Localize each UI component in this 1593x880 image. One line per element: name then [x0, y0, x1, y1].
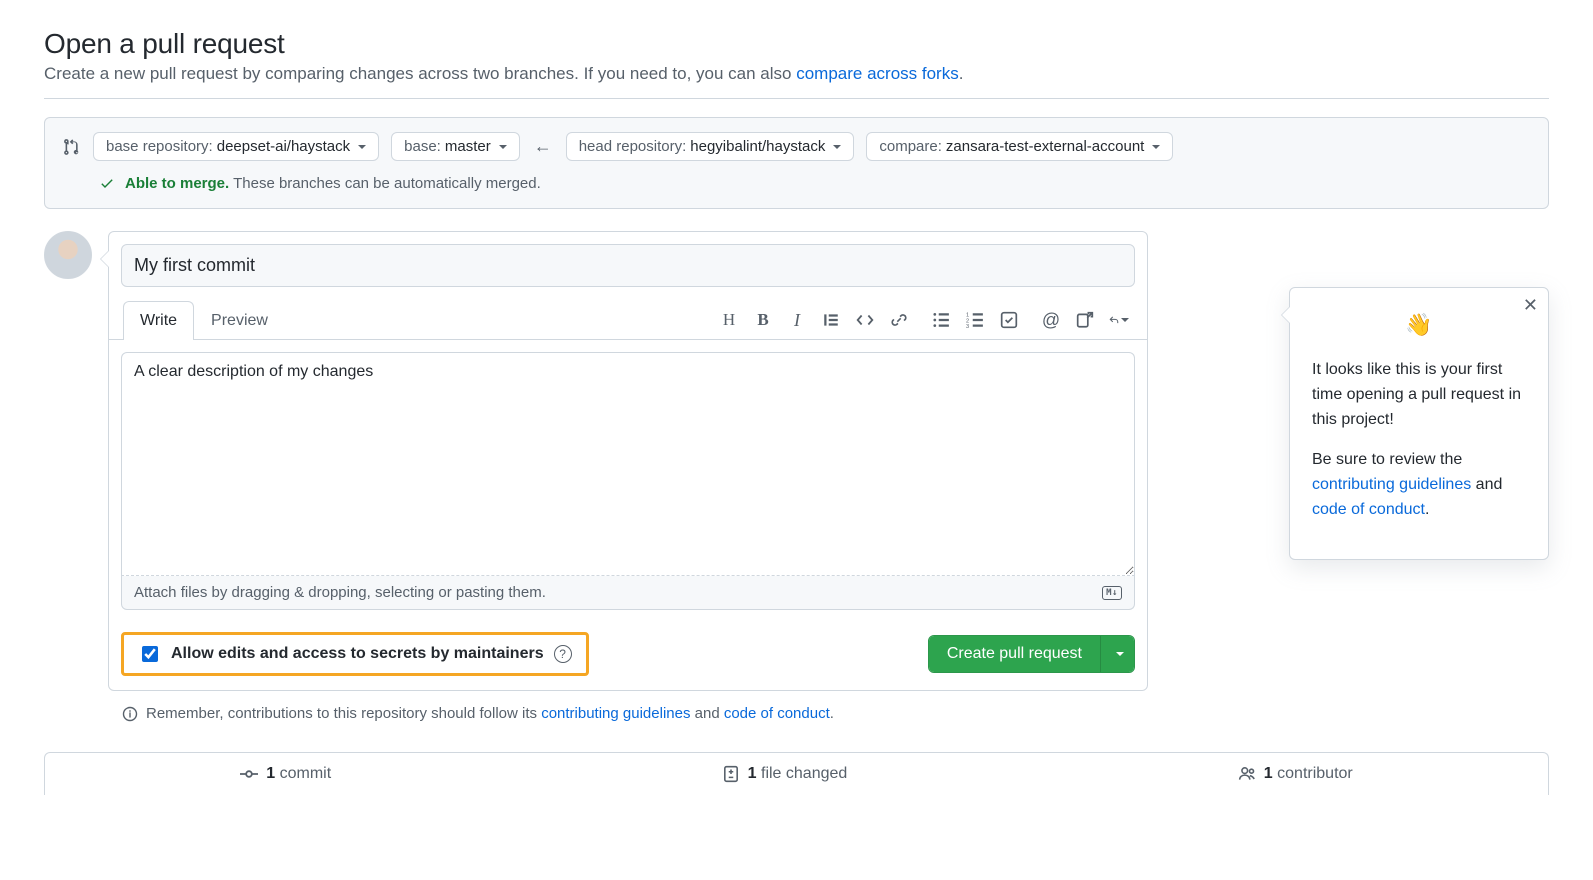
reminder-line: Remember, contributions to this reposito…: [122, 705, 1549, 722]
svg-text:3: 3: [966, 324, 969, 329]
caret-down-icon: [499, 145, 507, 149]
pr-title-input[interactable]: My first commit: [121, 244, 1135, 287]
close-icon[interactable]: ✕: [1523, 296, 1538, 314]
first-time-popover: ✕ 👋 It looks like this is your first tim…: [1289, 287, 1549, 560]
pr-composer: My first commit Write Preview H B I: [108, 231, 1148, 691]
pr-stats-bar: 1 commit 1 file changed 1 contributor: [44, 752, 1549, 795]
tab-preview[interactable]: Preview: [194, 301, 285, 340]
head-repo-selector[interactable]: head repository: hegyibalint/haystack: [566, 132, 855, 161]
caret-down-icon: [833, 145, 841, 149]
caret-down-icon: [1116, 652, 1124, 656]
bold-icon[interactable]: B: [753, 310, 773, 330]
create-pr-dropdown[interactable]: [1100, 636, 1134, 672]
check-icon: [99, 176, 115, 192]
page-subtitle: Create a new pull request by comparing c…: [44, 64, 1549, 84]
reminder-guidelines-link[interactable]: contributing guidelines: [541, 705, 690, 722]
caret-down-icon: [1152, 145, 1160, 149]
attach-area[interactable]: Attach files by dragging & dropping, sel…: [121, 576, 1135, 610]
merge-status: Able to merge. These branches can be aut…: [63, 175, 1530, 192]
cross-reference-icon[interactable]: [1075, 310, 1095, 330]
reminder-coc-link[interactable]: code of conduct: [724, 705, 830, 722]
mention-icon[interactable]: @: [1041, 310, 1061, 330]
create-pr-button[interactable]: Create pull request: [929, 636, 1100, 672]
popover-guidelines-link[interactable]: contributing guidelines: [1312, 476, 1471, 493]
caret-down-icon: [358, 145, 366, 149]
tasklist-icon[interactable]: [999, 310, 1019, 330]
markdown-supported-icon[interactable]: M↓: [1102, 586, 1122, 600]
heading-icon[interactable]: H: [719, 310, 739, 330]
base-repo-selector[interactable]: base repository: deepset-ai/haystack: [93, 132, 379, 161]
stat-files[interactable]: 1 file changed: [722, 765, 848, 783]
commit-icon: [240, 765, 258, 783]
help-icon[interactable]: ?: [554, 645, 572, 663]
compare-box: base repository: deepset-ai/haystack bas…: [44, 117, 1549, 209]
quote-icon[interactable]: [821, 310, 841, 330]
people-icon: [1238, 765, 1256, 783]
git-compare-icon: [63, 138, 81, 156]
compare-across-forks-link[interactable]: compare across forks: [796, 64, 959, 83]
markdown-toolbar: H B I 123 @: [719, 310, 1135, 330]
wave-icon: 👋: [1312, 308, 1526, 342]
allow-edits-checkbox[interactable]: [142, 646, 158, 662]
link-icon[interactable]: [889, 310, 909, 330]
pr-body-textarea[interactable]: [121, 352, 1135, 576]
tab-write[interactable]: Write: [123, 301, 194, 340]
popover-coc-link[interactable]: code of conduct: [1312, 501, 1425, 518]
file-diff-icon: [722, 765, 740, 783]
ordered-list-icon[interactable]: 123: [965, 310, 985, 330]
create-pr-button-group: Create pull request: [928, 635, 1135, 673]
page-title: Open a pull request: [44, 28, 1549, 60]
reply-icon[interactable]: [1109, 310, 1129, 330]
allow-edits-row: Allow edits and access to secrets by mai…: [121, 632, 589, 676]
user-avatar[interactable]: [44, 231, 92, 279]
unordered-list-icon[interactable]: [931, 310, 951, 330]
allow-edits-label: Allow edits and access to secrets by mai…: [171, 645, 544, 663]
arrow-left-icon: ←: [532, 136, 554, 157]
stat-contributors[interactable]: 1 contributor: [1238, 765, 1353, 783]
info-icon: [122, 706, 138, 722]
code-icon[interactable]: [855, 310, 875, 330]
stat-commits[interactable]: 1 commit: [240, 765, 331, 783]
base-branch-selector[interactable]: base: master: [391, 132, 520, 161]
italic-icon[interactable]: I: [787, 310, 807, 330]
compare-branch-selector[interactable]: compare: zansara-test-external-account: [866, 132, 1173, 161]
